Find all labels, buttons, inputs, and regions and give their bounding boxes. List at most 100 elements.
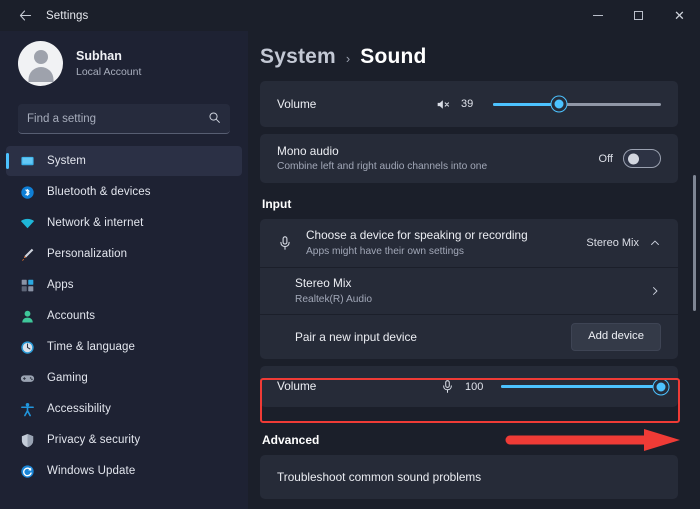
input-volume-slider[interactable]	[501, 379, 669, 394]
input-volume-row[interactable]: Volume 100	[260, 366, 678, 407]
pair-device-control: Add device	[571, 323, 661, 351]
gaming-icon	[19, 370, 35, 386]
microphone-icon	[440, 379, 455, 394]
microphone-icon	[277, 235, 293, 251]
minimize-icon	[592, 15, 603, 16]
content-inner: System › Sound Volume 39 Mono audio Comb…	[248, 31, 700, 499]
sidebar-item-label: Privacy & security	[47, 434, 141, 446]
search-input[interactable]: Find a setting	[18, 104, 230, 134]
choose-device-subtitle: Apps might have their own settings	[306, 245, 464, 257]
device-control	[649, 285, 661, 297]
mono-audio-title: Mono audio	[277, 143, 339, 158]
sidebar-item-accessibility[interactable]: Accessibility	[6, 394, 242, 424]
toggle-knob	[628, 153, 639, 164]
device-row-stereo-mix[interactable]: Stereo Mix Realtek(R) Audio	[260, 268, 678, 314]
device-left: Stereo Mix Realtek(R) Audio	[295, 275, 372, 307]
accessibility-icon	[19, 401, 35, 417]
sidebar-item-apps[interactable]: Apps	[6, 270, 242, 300]
choose-device-title: Choose a device for speaking or recordin…	[306, 228, 528, 243]
input-section-heading: Input	[262, 197, 292, 211]
output-volume-left: Volume	[277, 96, 316, 113]
time-language-icon	[19, 339, 35, 355]
pair-device-row: Pair a new input device Add device	[260, 315, 678, 359]
sidebar-item-bluetooth-devices[interactable]: Bluetooth & devices	[6, 177, 242, 207]
chevron-up-icon[interactable]	[649, 237, 661, 249]
search-container: Find a setting	[0, 96, 248, 144]
sidebar-item-privacy-security[interactable]: Privacy & security	[6, 425, 242, 455]
sidebar-item-gaming[interactable]: Gaming	[6, 363, 242, 393]
input-volume-control: 100	[440, 379, 669, 394]
chevron-right-icon: ›	[345, 51, 351, 66]
breadcrumb: System › Sound	[260, 31, 678, 81]
mono-audio-state: Off	[598, 152, 613, 165]
device-name: Stereo Mix	[295, 276, 352, 291]
breadcrumb-parent[interactable]: System	[260, 45, 336, 69]
sidebar-item-time-language[interactable]: Time & language	[6, 332, 242, 362]
network-icon	[19, 215, 35, 231]
input-volume-value: 100	[465, 380, 484, 393]
output-volume-card: Volume 39	[260, 81, 678, 127]
sidebar-item-label: Accessibility	[47, 403, 111, 415]
chevron-right-icon[interactable]	[649, 285, 661, 297]
add-device-button[interactable]: Add device	[571, 323, 661, 351]
avatar	[18, 41, 63, 86]
choose-device-selected: Stereo Mix	[586, 237, 639, 249]
advanced-card: Troubleshoot common sound problems	[260, 455, 678, 499]
maximize-icon	[634, 11, 643, 20]
account-block[interactable]: Subhan Local Account	[0, 31, 248, 96]
output-volume-slider[interactable]	[493, 96, 661, 112]
mono-audio-card: Mono audio Combine left and right audio …	[260, 134, 678, 183]
pair-device-left: Pair a new input device	[295, 329, 417, 346]
input-volume-label: Volume	[277, 379, 317, 394]
windows-update-icon	[19, 463, 35, 479]
output-volume-control: 39	[436, 96, 661, 112]
mono-audio-subtitle: Combine left and right audio channels in…	[277, 161, 488, 173]
mono-audio-row[interactable]: Mono audio Combine left and right audio …	[260, 134, 678, 183]
search-placeholder: Find a setting	[27, 112, 97, 125]
sidebar-item-label: Apps	[47, 279, 74, 291]
mono-audio-control: Off	[599, 149, 661, 168]
window-controls: ✕	[577, 0, 700, 31]
account-name: Subhan	[76, 48, 122, 63]
choose-device-left: Choose a device for speaking or recordin…	[277, 227, 528, 259]
mono-audio-left: Mono audio Combine left and right audio …	[277, 143, 487, 175]
page-title: Sound	[360, 45, 427, 68]
sidebar-item-label: Gaming	[47, 372, 88, 384]
advanced-heading: Advanced	[262, 433, 320, 447]
apps-icon	[19, 277, 35, 293]
sidebar-item-label: Bluetooth & devices	[47, 186, 151, 198]
troubleshoot-row[interactable]: Troubleshoot common sound problems	[260, 455, 678, 499]
main-content: System › Sound Volume 39 Mono audio Comb…	[248, 31, 700, 509]
output-volume-row[interactable]: Volume 39	[260, 81, 678, 127]
sidebar-item-accounts[interactable]: Accounts	[6, 301, 242, 331]
troubleshoot-label: Troubleshoot common sound problems	[277, 469, 482, 484]
close-button[interactable]: ✕	[659, 0, 700, 31]
choose-device-row[interactable]: Choose a device for speaking or recordin…	[260, 219, 678, 267]
accounts-icon	[19, 308, 35, 324]
sidebar-item-label: Accounts	[47, 310, 96, 322]
sidebar-item-label: Network & internet	[47, 217, 144, 229]
account-type: Local Account	[76, 65, 142, 78]
window-body: Subhan Local Account Find a setting Syst…	[0, 31, 700, 509]
sidebar-nav: System Bluetooth & devices Network & int…	[0, 144, 248, 486]
sidebar-item-network-internet[interactable]: Network & internet	[6, 208, 242, 238]
sidebar-item-personalization[interactable]: Personalization	[6, 239, 242, 269]
personalization-icon	[19, 246, 35, 262]
sidebar-item-windows-update[interactable]: Windows Update	[6, 456, 242, 486]
vertical-scrollbar[interactable]	[693, 175, 696, 311]
sidebar-item-system[interactable]: System	[6, 146, 242, 176]
mono-audio-toggle[interactable]	[623, 149, 661, 168]
input-volume-left: Volume	[277, 378, 316, 395]
device-driver: Realtek(R) Audio	[295, 293, 373, 305]
input-device-card: Choose a device for speaking or recordin…	[260, 219, 678, 359]
maximize-button[interactable]	[618, 0, 659, 31]
search-icon	[208, 111, 221, 127]
system-icon	[19, 153, 35, 169]
sidebar-item-label: System	[47, 155, 86, 167]
settings-window: Settings ✕ Subhan Local Account Find a s…	[0, 0, 700, 509]
back-arrow-icon[interactable]	[10, 4, 40, 28]
sidebar: Subhan Local Account Find a setting Syst…	[0, 31, 248, 509]
minimize-button[interactable]	[577, 0, 618, 31]
privacy-security-icon	[19, 432, 35, 448]
speaker-mute-icon[interactable]	[436, 97, 451, 112]
